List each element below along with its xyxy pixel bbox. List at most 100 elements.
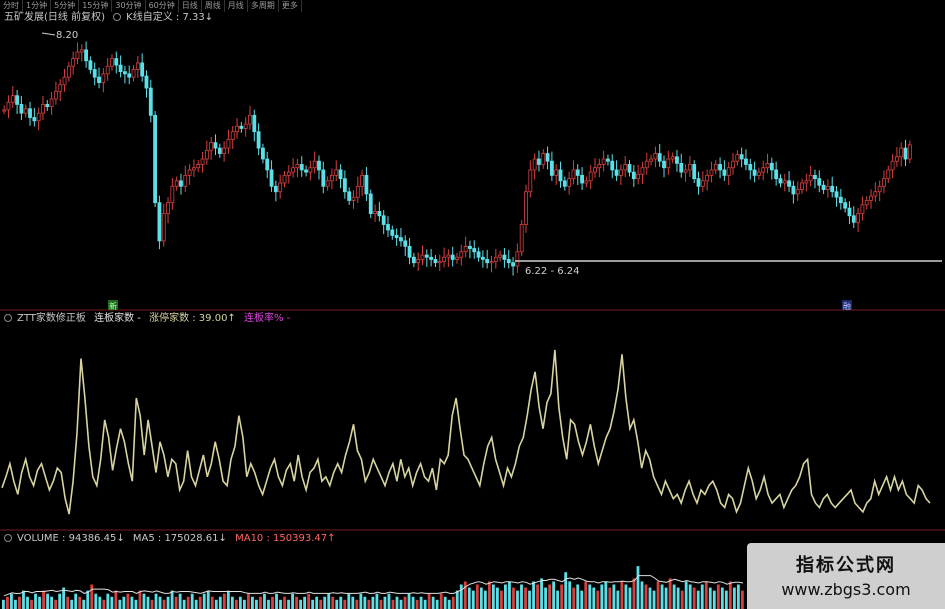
volume-bar	[463, 581, 467, 609]
candle-body	[825, 185, 830, 190]
volume-bar	[291, 593, 294, 609]
volume-bar	[142, 593, 146, 609]
candle-body	[907, 144, 912, 160]
volume-bar	[259, 596, 262, 609]
candle-body	[433, 259, 438, 264]
candle-body	[312, 160, 317, 169]
candle-body	[265, 158, 270, 171]
candle-body	[364, 174, 369, 195]
volume-bar	[98, 596, 102, 609]
candle-body	[330, 174, 334, 182]
candle-body	[864, 200, 869, 206]
candle-body	[575, 169, 580, 176]
volume-bar	[403, 596, 407, 609]
candle-body	[739, 154, 744, 160]
volume-bar	[34, 593, 37, 609]
candle-body	[41, 104, 45, 114]
candle-body	[838, 196, 843, 204]
volume-bar	[234, 599, 238, 609]
volume-bar	[479, 587, 483, 609]
candle-body	[899, 147, 904, 158]
candle-body	[774, 169, 779, 180]
volume-bar	[467, 587, 471, 609]
candle-body	[84, 49, 89, 62]
volume-bar	[451, 596, 455, 609]
volume-bar	[688, 584, 692, 609]
candle-body	[269, 169, 274, 187]
candle-body	[347, 191, 352, 201]
candle-body	[291, 167, 296, 173]
candle-body	[515, 251, 520, 267]
candle-body	[217, 147, 222, 154]
candle-body	[71, 58, 76, 67]
candle-body	[105, 65, 110, 75]
candle-body	[101, 73, 106, 83]
volume-bar	[624, 584, 628, 609]
volume-bar	[327, 593, 331, 609]
high-price-label: 8.20	[56, 30, 78, 41]
candle-body	[558, 169, 563, 182]
volume-bar	[319, 599, 323, 609]
candle-body	[877, 185, 882, 193]
candle-body	[610, 160, 615, 171]
marker-right: 融	[843, 301, 851, 311]
candle-body	[683, 169, 688, 173]
watermark-url: www.zbgs3.com	[781, 580, 911, 599]
candle-body	[256, 131, 261, 149]
volume-bar	[636, 566, 640, 609]
volume-bar	[431, 596, 435, 609]
volume-bar	[656, 581, 660, 609]
candle-body	[468, 245, 472, 249]
candle-body	[830, 185, 835, 193]
candle-body	[200, 158, 205, 165]
volume-bar	[371, 596, 375, 609]
candle-body	[252, 114, 257, 133]
volume-bar	[395, 596, 399, 609]
candle-body	[23, 108, 28, 114]
volume-bar	[230, 596, 234, 609]
candle-body	[705, 174, 710, 182]
volume-bar	[166, 596, 170, 609]
candle-body	[662, 160, 666, 169]
volume-bar	[311, 599, 315, 609]
volume-bar	[70, 599, 74, 609]
volume-bar	[186, 596, 190, 609]
candle-body	[226, 138, 231, 149]
candle-body	[196, 164, 201, 169]
candle-body	[882, 178, 886, 187]
volume-bar	[30, 599, 33, 609]
candle-body	[273, 185, 278, 193]
candle-body	[493, 256, 498, 263]
candle-body	[213, 142, 218, 149]
candle-body	[325, 180, 330, 187]
candle-body	[549, 160, 554, 176]
volume-bar	[238, 596, 242, 609]
candle-body	[15, 95, 20, 105]
volume-bar	[106, 593, 110, 609]
volume-bar	[387, 593, 391, 609]
candle-body	[748, 164, 753, 171]
volume-bar	[206, 590, 210, 609]
volume-bar	[568, 581, 572, 609]
candle-body	[649, 158, 653, 162]
candle-body	[843, 202, 848, 209]
volume-bar	[572, 587, 576, 609]
candle-body	[88, 60, 93, 70]
volume-bar	[351, 596, 355, 609]
candle-body	[640, 167, 645, 175]
volume-bar	[218, 596, 222, 609]
volume-bar	[740, 590, 744, 609]
volume-bar	[391, 599, 395, 609]
candle-body	[675, 156, 679, 164]
candle-body	[75, 51, 80, 59]
stock-chart[interactable]: 6.22 - 6.24 8.20 新 融	[0, 0, 945, 609]
candle-body	[161, 213, 166, 242]
volume-bar	[154, 593, 158, 609]
candle-body	[308, 167, 313, 173]
volume-bar	[146, 596, 150, 609]
volume-bar	[26, 596, 29, 609]
volume-bar	[114, 590, 118, 609]
volume-bar	[263, 593, 266, 609]
volume-bar	[564, 572, 568, 609]
volume-bar	[174, 596, 178, 609]
